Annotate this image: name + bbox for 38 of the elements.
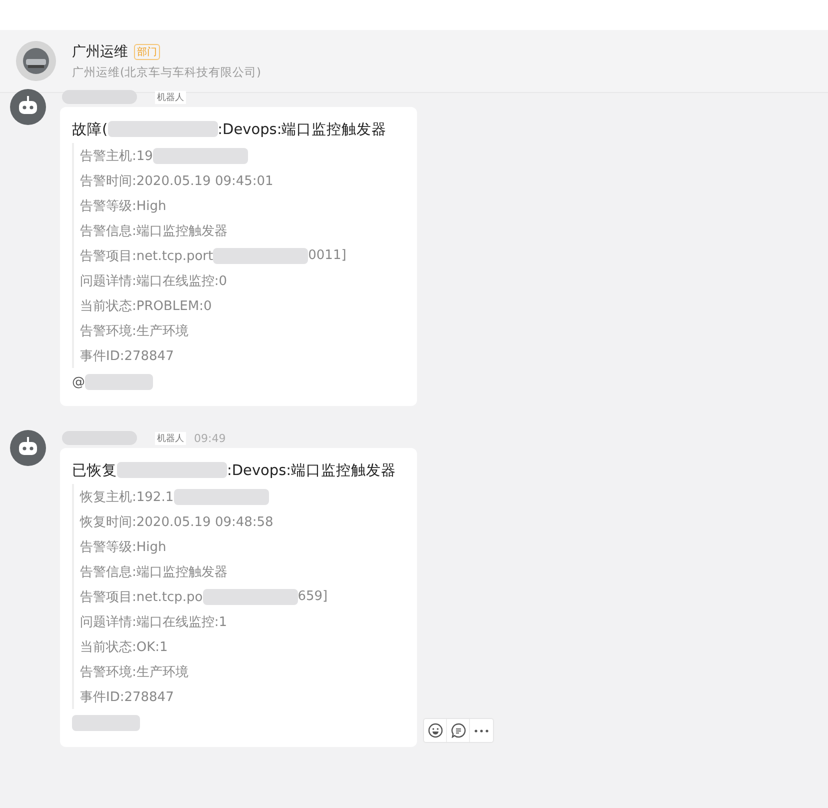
message-text: 事件ID:278847	[80, 348, 174, 364]
speech-bubble-icon	[450, 723, 466, 738]
message-text: :Devops:端口监控触发器	[227, 462, 396, 480]
message-text: 告警时间:2020.05.19 09:45:01	[80, 172, 274, 190]
message-text: 已恢复	[72, 462, 117, 480]
message-text: 659]	[298, 589, 328, 604]
chat-subtitle: 广州运维(北京车与车科技有限公司)	[72, 64, 261, 80]
message-text: 告警等级:High	[80, 538, 166, 556]
robot-tag: 机器人	[155, 432, 186, 444]
message-text: :Devops:端口监控触发器	[218, 120, 387, 138]
robot-tag: 机器人	[155, 90, 186, 104]
message-text: 告警环境:生产环境	[80, 322, 188, 340]
message-text: 告警等级:High	[80, 198, 166, 214]
message-text: 告警项目:net.tcp.po	[80, 588, 203, 606]
message-text: 恢复时间:2020.05.19 09:48:58	[80, 514, 274, 530]
message-text: 恢复主机:192.1	[80, 488, 174, 506]
message-text: 事件ID:278847	[80, 688, 174, 706]
message-text: 告警环境:生产环境	[80, 664, 188, 680]
message-text: 问题详情:端口在线监控:0	[80, 272, 228, 290]
message-text: 0011]	[308, 248, 346, 263]
message-text: 告警项目:net.tcp.port	[80, 248, 214, 264]
message-text: 告警信息:端口监控触发器	[80, 222, 228, 240]
robot-avatar-icon	[10, 430, 46, 466]
message-text: 问题详情:端口在线监控:1	[80, 614, 228, 630]
smiley-icon	[428, 723, 442, 738]
ellipsis-icon	[474, 728, 489, 732]
group-avatar	[16, 41, 56, 81]
message-text: 当前状态:PROBLEM:0	[80, 298, 212, 314]
chat-title: 广州运维	[72, 42, 128, 60]
message-time: 09:49	[194, 432, 226, 444]
message-text: 告警信息:端口监控触发器	[80, 564, 228, 580]
message-text: 当前状态:OK:1	[80, 638, 168, 656]
message-text: 故障(	[72, 120, 108, 138]
redacted-block	[72, 715, 140, 731]
redacted-block	[85, 374, 153, 390]
department-tag: 部门	[134, 44, 160, 60]
message-text: 告警主机:19	[80, 148, 153, 164]
message-text: @	[72, 374, 85, 390]
